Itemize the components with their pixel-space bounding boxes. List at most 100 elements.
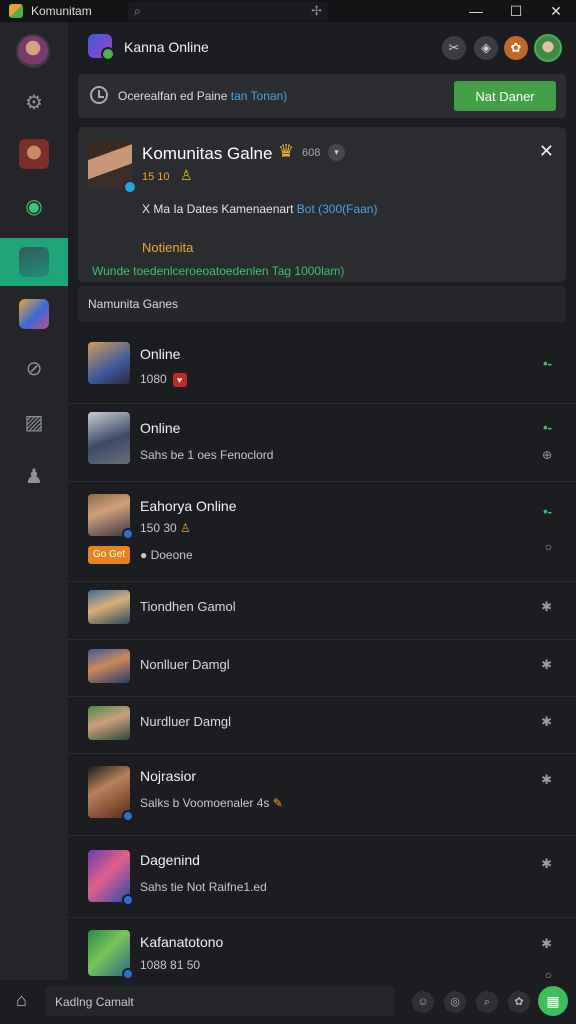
tools-button[interactable]: ✂	[442, 36, 466, 60]
sidebar-item-community[interactable]	[0, 238, 68, 286]
user-avatar[interactable]	[16, 34, 50, 68]
list-item-secondary-action[interactable]: ⊕	[542, 448, 552, 462]
page-title: Kanna Online	[124, 39, 209, 55]
list-item-action[interactable]: ✱	[541, 936, 552, 952]
gif-button[interactable]: ◎	[444, 991, 466, 1013]
search-icon[interactable]: ⌕	[134, 4, 141, 19]
list-item-avatar	[88, 412, 130, 464]
list-item-action[interactable]: •-	[543, 420, 552, 435]
chat-icon: ◉	[25, 195, 43, 218]
gift-button[interactable]: ✿	[508, 991, 530, 1013]
list-item-action[interactable]: ✱	[541, 599, 552, 615]
sidebar-item-game-a[interactable]	[0, 130, 68, 178]
minimize-button[interactable]: —	[456, 0, 496, 22]
online-dot-icon	[122, 894, 134, 906]
card-footer-text[interactable]: Wunde toedenlceroeoatoedenlen Tag 1000la…	[92, 264, 344, 278]
pin-icon[interactable]: ✢	[311, 3, 322, 19]
section-title: Namunita Ganes	[88, 297, 179, 311]
smile-icon: ☺	[417, 996, 429, 1008]
bottom-bar: ⌂ Kadlng Camalt ☺ ◎ ⌕ ✿ ▦	[0, 980, 576, 1024]
header: Kanna Online ✂ ◈ ✿	[68, 22, 576, 72]
card-description-link[interactable]: Bot (300(Faan)	[297, 202, 378, 216]
message-input[interactable]: Kadlng Camalt	[45, 986, 395, 1016]
list-item-extra: Doeone	[150, 548, 193, 562]
section-header: Namunita Ganes	[78, 286, 566, 322]
list-item[interactable]: Nojrasior Salks b Voomoenaler 4s ✎ ✱	[68, 754, 576, 836]
card-title: Komunitas Galne	[142, 144, 273, 163]
online-dot-icon	[122, 810, 134, 822]
sidebar-item-chat[interactable]: ◉	[0, 182, 68, 230]
list-item[interactable]: Tiondhen Gamol ✱	[68, 582, 576, 640]
sidebar-item-stats[interactable]: ▨	[0, 398, 68, 446]
list-item-avatar	[88, 590, 130, 624]
list-item-action[interactable]: ✱	[541, 657, 552, 673]
apps-button[interactable]: ▦	[538, 986, 568, 1016]
search-icon: ⌕	[483, 996, 491, 1008]
list-item[interactable]: Online 1080 ♥ •-	[68, 326, 576, 404]
coin-icon: ●	[140, 548, 148, 562]
list-item-action[interactable]: •-	[543, 504, 552, 519]
list-item-sub: Salks b Voomoenaler 4s	[140, 796, 270, 810]
more-icon[interactable]: ▾	[328, 144, 345, 161]
list-item-name: Nurdluer Damgl	[140, 714, 232, 729]
shield-button[interactable]: ◈	[474, 36, 498, 60]
heart-icon: ♥	[172, 372, 187, 387]
list-item-avatar	[88, 342, 130, 384]
notice-action-button[interactable]: Nat Daner	[454, 81, 556, 111]
status-chip[interactable]: Go Get	[88, 546, 130, 564]
list-item-name: Kafanatotono	[140, 934, 224, 950]
list-item-action[interactable]: ✱	[541, 714, 552, 730]
notice-bar: Ocerealfan ed Paine tan Tonan) Nat Daner	[78, 74, 566, 118]
list-item-name: Tiondhen Gamol	[140, 599, 236, 614]
sidebar-item-settings[interactable]: ⚙	[0, 78, 68, 126]
people-icon: ♟	[25, 465, 43, 488]
list-item-action[interactable]: ✱	[541, 772, 552, 788]
card-meta: 608	[302, 147, 321, 159]
title-search[interactable]: ⌕ ✢	[128, 2, 328, 20]
home-icon[interactable]: ⌂	[16, 990, 27, 1011]
list-item-name: Nonlluer Damgl	[140, 657, 230, 672]
list-item-avatar	[88, 706, 130, 740]
list-item[interactable]: Kafanatotono 1088 81 50 ✱ ○	[68, 918, 576, 982]
list-item-sub: 150 30	[140, 521, 177, 535]
clock-icon	[90, 86, 108, 104]
online-dot-icon	[122, 968, 134, 980]
sidebar-item-game-b[interactable]	[0, 290, 68, 338]
game-thumbnail-icon	[19, 299, 49, 329]
list-item-avatar	[88, 494, 134, 540]
maximize-button[interactable]: ☐	[496, 0, 536, 22]
list-item-sub: Sahs tie Not Raifne1.ed	[140, 880, 267, 894]
notice-text: Ocerealfan ed Paine tan Tonan)	[118, 89, 287, 103]
window-title: Komunitam	[31, 4, 92, 18]
game-avatar-icon	[19, 139, 49, 169]
list-item[interactable]: Dagenind Sahs tie Not Raifne1.ed ✱	[68, 836, 576, 918]
game-logo-icon	[88, 34, 115, 61]
card-description-text: X Ma Ia Dates Kamenaenart	[142, 202, 294, 216]
list-item-name: Eahorya Online	[140, 498, 237, 514]
crown-icon: ♛	[278, 141, 295, 161]
list-item[interactable]: Online Sahs be 1 oes Fenoclord •- ⊕	[68, 404, 576, 482]
sidebar-item-friends[interactable]: ♟	[0, 452, 68, 500]
search-button[interactable]: ⌕	[476, 991, 498, 1013]
close-icon[interactable]: ✕	[539, 141, 554, 162]
list-item-name: Dagenind	[140, 852, 200, 868]
list-item-sub: 1080	[140, 372, 167, 386]
list-item[interactable]: Nurdluer Damgl ✱	[68, 697, 576, 754]
chart-icon: ▨	[24, 411, 44, 434]
list-item[interactable]: Eahorya Online 150 30 ♙ Go Get ● Doeone …	[68, 482, 576, 582]
gear-icon: ⚙	[25, 91, 43, 114]
profile-button[interactable]	[534, 34, 562, 62]
list-item-action[interactable]: ✱	[541, 856, 552, 872]
notice-label: Ocerealfan ed Paine	[118, 89, 228, 103]
emoji-button[interactable]: ☺	[412, 991, 434, 1013]
card-heading: Notienita	[142, 240, 194, 255]
list-item-sub: Sahs be 1 oes Fenoclord	[140, 448, 274, 462]
gift-icon: ✿	[514, 996, 524, 1008]
sidebar-item-explore[interactable]: ⊘	[0, 344, 68, 392]
list-item[interactable]: Nonlluer Damgl ✱	[68, 640, 576, 697]
list-item-action[interactable]: •-	[543, 356, 552, 371]
notice-link[interactable]: tan Tonan)	[231, 89, 288, 103]
alerts-button[interactable]: ✿	[504, 36, 528, 60]
list-item-secondary-action[interactable]: ○	[545, 540, 552, 554]
close-window-button[interactable]: ✕	[536, 0, 576, 22]
